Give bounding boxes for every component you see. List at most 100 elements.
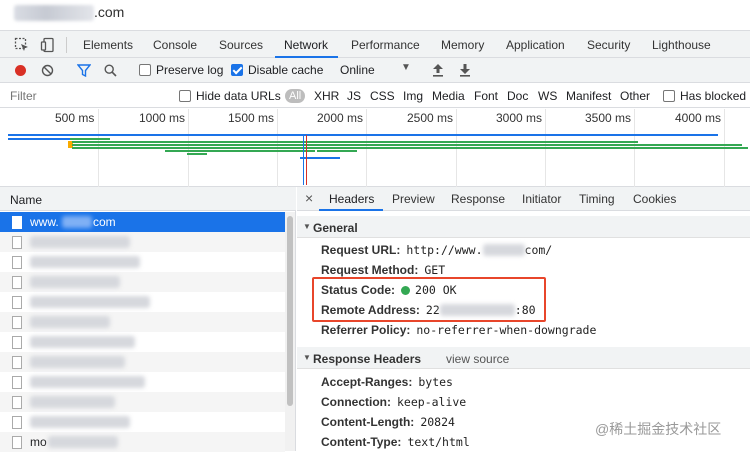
request-row[interactable]: mo	[0, 432, 285, 452]
tab-cookies[interactable]: Cookies	[633, 192, 676, 206]
name-column-header[interactable]: Name	[10, 193, 42, 207]
accept-ranges-key: Accept-Ranges:	[321, 375, 413, 389]
type-filter-doc[interactable]: Doc	[507, 89, 528, 103]
file-icon	[12, 276, 22, 289]
file-icon	[12, 376, 22, 389]
time-tick-label: 1500 ms	[228, 111, 275, 125]
request-row-selected[interactable]: www. com	[0, 212, 285, 232]
device-toolbar-icon[interactable]	[40, 37, 56, 53]
checkbox-box[interactable]	[179, 90, 191, 102]
tab-application[interactable]: Application	[506, 38, 565, 52]
throttle-value: Online	[340, 63, 375, 77]
request-url-row: Request URL: http://www. com/	[321, 243, 552, 257]
vertical-scrollbar[interactable]	[285, 212, 295, 451]
scrollbar-thumb[interactable]	[287, 216, 293, 406]
tab-elements[interactable]: Elements	[83, 38, 133, 52]
connection-key: Connection:	[321, 395, 391, 409]
view-source-link[interactable]: view source	[446, 352, 509, 366]
blurred-text	[30, 296, 150, 308]
disable-cache-checkbox[interactable]: Disable cache	[231, 63, 323, 77]
throttle-select[interactable]: Online	[340, 63, 375, 77]
close-icon[interactable]: ×	[305, 190, 313, 206]
collapse-triangle-icon[interactable]: ▼	[303, 222, 311, 231]
blurred-text	[48, 436, 118, 448]
preserve-log-checkbox[interactable]: Preserve log	[139, 63, 223, 77]
request-row[interactable]	[0, 332, 285, 352]
tab-timing[interactable]: Timing	[579, 192, 615, 206]
tab-performance[interactable]: Performance	[351, 38, 420, 52]
checkbox-box-checked[interactable]	[231, 64, 243, 76]
annotation-highlight-box	[312, 277, 546, 322]
search-icon[interactable]	[104, 64, 117, 77]
time-tick-label: 1000 ms	[139, 111, 186, 125]
response-headers-section-header[interactable]: ▼ Response Headers view source	[297, 347, 750, 369]
load-event-marker	[306, 135, 307, 185]
waterfall-bar	[165, 150, 315, 152]
tab-memory[interactable]: Memory	[441, 38, 484, 52]
hide-data-urls-label: Hide data URLs	[196, 89, 281, 103]
general-section-header[interactable]: ▼ General	[297, 216, 750, 238]
record-icon[interactable]	[14, 64, 27, 77]
blurred-text	[30, 376, 145, 388]
export-har-icon[interactable]	[459, 63, 471, 77]
request-name-suffix: com	[93, 215, 116, 229]
blurred-text	[30, 236, 130, 248]
content-type-row: Content-Type: text/html	[321, 435, 470, 449]
chevron-down-icon[interactable]: ▼	[401, 62, 411, 73]
network-overview-timeline[interactable]: 500 ms 1000 ms 1500 ms 2000 ms 2500 ms 3…	[0, 109, 750, 187]
waterfall-bar	[72, 141, 638, 143]
request-url-suffix: com/	[524, 243, 553, 257]
checkbox-box[interactable]	[139, 64, 151, 76]
request-name: mo	[30, 435, 47, 449]
request-row[interactable]	[0, 232, 285, 252]
request-name-prefix: www.	[30, 215, 59, 229]
tab-response[interactable]: Response	[451, 192, 505, 206]
clear-icon[interactable]	[41, 64, 54, 77]
referrer-policy-row: Referrer Policy: no-referrer-when-downgra…	[321, 323, 596, 337]
filter-input[interactable]	[8, 88, 168, 104]
type-filter-img[interactable]: Img	[403, 89, 423, 103]
blurred-text	[30, 336, 135, 348]
type-filter-manifest[interactable]: Manifest	[566, 89, 611, 103]
has-blocked-checkbox[interactable]: Has blocked	[663, 89, 746, 103]
content-length-row: Content-Length: 20824	[321, 415, 455, 429]
type-filter-all[interactable]: All	[285, 88, 306, 103]
tab-preview[interactable]: Preview	[392, 192, 435, 206]
import-har-icon[interactable]	[432, 63, 444, 77]
tab-headers[interactable]: Headers	[329, 192, 374, 206]
filter-icon[interactable]	[77, 64, 91, 77]
request-row[interactable]	[0, 412, 285, 432]
request-row[interactable]	[0, 352, 285, 372]
request-row[interactable]	[0, 252, 285, 272]
type-filter-xhr[interactable]: XHR	[314, 89, 339, 103]
content-length-value: 20824	[420, 415, 455, 429]
type-filter-other[interactable]: Other	[620, 89, 650, 103]
request-row[interactable]	[0, 272, 285, 292]
type-filter-js[interactable]: JS	[347, 89, 361, 103]
tab-security[interactable]: Security	[587, 38, 630, 52]
tab-initiator[interactable]: Initiator	[522, 192, 561, 206]
type-filter-font[interactable]: Font	[474, 89, 498, 103]
type-filter-media[interactable]: Media	[432, 89, 465, 103]
referrer-policy-value: no-referrer-when-downgrade	[416, 323, 597, 337]
blurred-text	[30, 316, 110, 328]
request-row[interactable]	[0, 372, 285, 392]
tab-console[interactable]: Console	[153, 38, 197, 52]
request-row[interactable]	[0, 292, 285, 312]
request-row[interactable]	[0, 312, 285, 332]
hide-data-urls-checkbox[interactable]: Hide data URLs	[179, 89, 281, 103]
tab-network[interactable]: Network	[284, 38, 328, 52]
content-type-value: text/html	[407, 435, 470, 449]
type-filter-ws[interactable]: WS	[538, 89, 557, 103]
network-toolbar: Preserve log Disable cache Online ▼	[0, 58, 750, 83]
inspect-element-icon[interactable]	[14, 37, 30, 53]
request-row[interactable]	[0, 392, 285, 412]
tab-sources[interactable]: Sources	[219, 38, 263, 52]
type-filter-css[interactable]: CSS	[370, 89, 395, 103]
blurred-text	[482, 244, 525, 256]
checkbox-box[interactable]	[663, 90, 675, 102]
active-tab-indicator	[319, 209, 383, 211]
accept-ranges-row: Accept-Ranges: bytes	[321, 375, 453, 389]
tab-lighthouse[interactable]: Lighthouse	[652, 38, 711, 52]
collapse-triangle-icon[interactable]: ▼	[303, 353, 311, 362]
